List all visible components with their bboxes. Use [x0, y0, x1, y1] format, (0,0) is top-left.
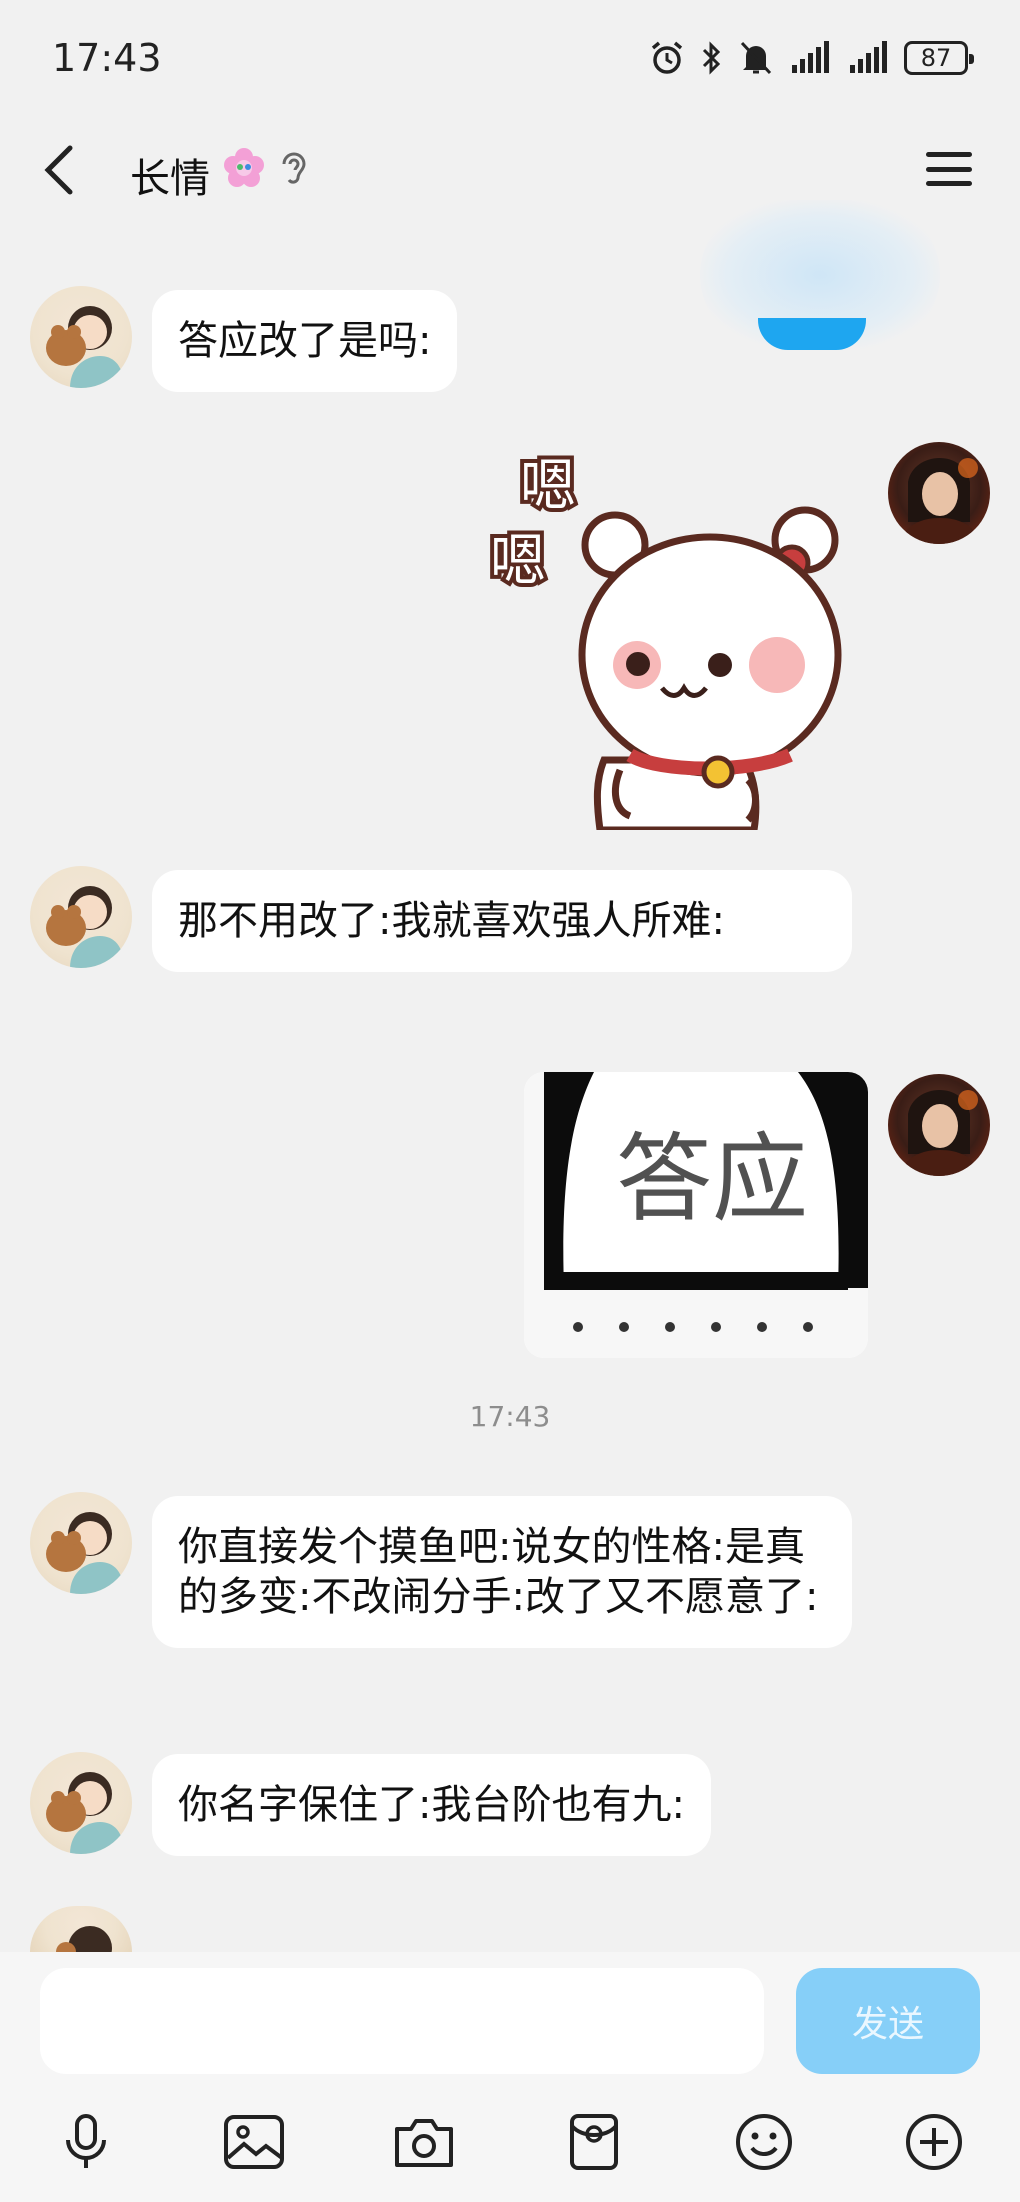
status-time: 17:43 — [52, 36, 162, 80]
svg-text:嗯: 嗯 — [520, 454, 576, 519]
microphone-icon[interactable] — [46, 2102, 126, 2182]
bear-sticker[interactable]: 嗯 嗯 — [480, 450, 860, 834]
panda-meme-sticker[interactable]: 答应 — [524, 1072, 868, 1358]
back-arrow-icon — [44, 145, 73, 195]
message-bubble[interactable]: 你名字保住了:我台阶也有九: — [152, 1754, 711, 1856]
camera-icon[interactable] — [384, 2102, 464, 2182]
contact-avatar[interactable] — [30, 286, 132, 388]
image-icon[interactable] — [214, 2102, 294, 2182]
mute-icon — [738, 39, 774, 77]
blue-bubble-peek — [758, 318, 866, 350]
my-avatar[interactable] — [888, 1074, 990, 1176]
signal-icon — [788, 41, 832, 75]
red-packet-icon[interactable] — [554, 2102, 634, 2182]
signal-icon — [846, 41, 890, 75]
bluetooth-icon — [700, 39, 724, 77]
contact-avatar[interactable] — [30, 866, 132, 968]
composer-toolbar — [0, 2102, 1020, 2192]
message-timestamp: 17:43 — [469, 1400, 551, 1433]
status-icons: 87 — [648, 36, 974, 80]
ear-icon[interactable] — [278, 148, 308, 192]
message-bubble[interactable]: 你直接发个摸鱼吧:说女的性格:是真的多变:不改闹分手:改了又不愿意了: — [152, 1496, 852, 1648]
battery-icon: 87 — [904, 41, 974, 75]
svg-text:答应: 答应 — [616, 1123, 808, 1235]
status-bar: 17:43 87 — [0, 0, 1020, 110]
back-button[interactable] — [30, 138, 86, 202]
menu-icon[interactable] — [926, 146, 972, 192]
svg-text:嗯: 嗯 — [490, 529, 546, 594]
alarm-icon — [648, 39, 686, 77]
message-input[interactable] — [40, 1968, 764, 2074]
contact-avatar[interactable] — [30, 1906, 132, 1952]
plus-icon[interactable] — [894, 2102, 974, 2182]
contact-avatar[interactable] — [30, 1752, 132, 1854]
message-bubble[interactable]: 那不用改了:我就喜欢强人所难: — [152, 870, 852, 972]
composer: 发送 — [0, 1952, 1020, 2202]
send-button[interactable]: 发送 — [796, 1968, 980, 2074]
contact-name[interactable]: 长情 — [130, 146, 210, 204]
emoji-icon[interactable] — [724, 2102, 804, 2182]
my-avatar[interactable] — [888, 442, 990, 544]
flower-badge-icon[interactable] — [222, 146, 266, 194]
contact-avatar[interactable] — [30, 1492, 132, 1594]
chat-header: 长情 — [0, 110, 1020, 350]
message-bubble[interactable]: 答应改了是吗: — [152, 290, 458, 392]
